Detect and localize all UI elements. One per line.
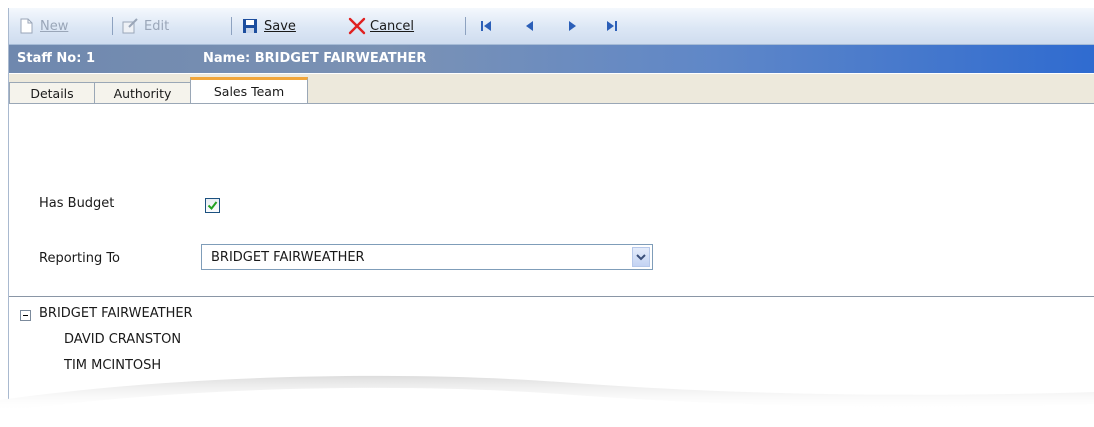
new-document-icon: [17, 17, 35, 35]
has-budget-checkbox[interactable]: [205, 198, 220, 213]
tree-root-node[interactable]: BRIDGET FAIRWEATHER: [39, 306, 193, 321]
collapse-icon[interactable]: [20, 310, 31, 321]
chevron-down-icon: [636, 254, 646, 261]
save-button[interactable]: Save: [241, 15, 296, 37]
sales-team-panel: Has Budget Reporting To BRIDGET FAIRWEAT…: [9, 104, 1094, 427]
reporting-to-label: Reporting To: [39, 251, 121, 266]
checkmark-icon: [207, 201, 218, 211]
edit-button[interactable]: Edit: [121, 15, 169, 37]
reporting-to-select[interactable]: BRIDGET FAIRWEATHER: [201, 244, 653, 270]
tab-authority[interactable]: Authority: [94, 82, 191, 103]
next-record-icon[interactable]: [564, 18, 580, 34]
last-record-icon[interactable]: [603, 18, 619, 34]
dropdown-button[interactable]: [632, 247, 650, 267]
cancel-button[interactable]: Cancel: [347, 15, 414, 37]
tab-label: Authority: [113, 85, 172, 101]
tab-sales-team[interactable]: Sales Team: [190, 77, 308, 103]
tab-details[interactable]: Details: [9, 82, 95, 103]
toolbar-separator: [112, 17, 113, 35]
staff-header-bar: Staff No: 1 Name: BRIDGET FAIRWEATHER: [9, 45, 1094, 73]
first-record-icon[interactable]: [479, 18, 495, 34]
red-x-icon: [347, 17, 366, 35]
reporting-to-value: BRIDGET FAIRWEATHER: [211, 250, 365, 265]
staff-name: Name: BRIDGET FAIRWEATHER: [203, 51, 427, 66]
staff-window: New Edit Save Cancel Staff No: 1 Name: B…: [8, 8, 1094, 427]
cancel-label: Cancel: [370, 18, 415, 34]
tree-child-node[interactable]: TIM MCINTOSH: [64, 358, 161, 373]
sales-team-tree: BRIDGET FAIRWEATHER DAVID CRANSTON TIM M…: [9, 296, 1094, 427]
tab-label: Sales Team: [213, 84, 285, 99]
previous-record-icon[interactable]: [522, 18, 538, 34]
edit-icon: [121, 17, 139, 35]
toolbar-separator: [231, 17, 232, 35]
new-button[interactable]: New: [17, 15, 68, 37]
tab-strip: Details Authority Sales Team: [9, 74, 1094, 104]
new-label: New: [40, 18, 69, 34]
has-budget-label: Has Budget: [39, 196, 115, 211]
toolbar: New Edit Save Cancel: [9, 8, 1094, 45]
tab-label: Details: [30, 85, 74, 101]
toolbar-separator: [465, 17, 466, 35]
save-label: Save: [264, 18, 296, 34]
edit-label: Edit: [144, 18, 170, 34]
floppy-disk-icon: [241, 17, 259, 35]
tree-child-node[interactable]: DAVID CRANSTON: [64, 332, 181, 347]
staff-number: Staff No: 1: [17, 51, 95, 66]
